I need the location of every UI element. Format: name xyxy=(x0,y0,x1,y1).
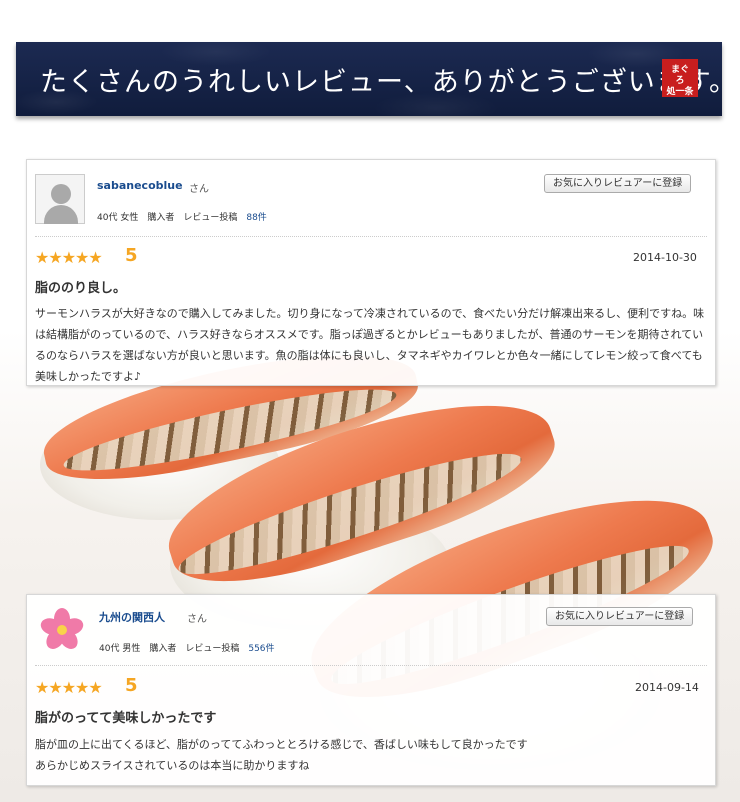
reviewer-name-link[interactable]: 九州の関西人 xyxy=(99,609,165,625)
reviewer-name-link[interactable]: sabanecoblue xyxy=(97,179,183,192)
review-banner: たくさんのうれしいレビュー、ありがとうございます。 まぐろ処一条 xyxy=(16,42,722,116)
shop-logo: まぐろ処一条 xyxy=(662,59,698,97)
favorite-reviewer-button[interactable]: お気に入りレビュアーに登録 xyxy=(546,607,694,626)
star-rating: ★★★★★ xyxy=(35,248,103,267)
review-card: sabanecoblue さん 40代 女性 購入者 レビュー投稿 88件 お気… xyxy=(26,159,716,386)
honorific: さん xyxy=(189,184,209,195)
banner-title: たくさんのうれしいレビュー、ありがとうございます。 xyxy=(40,67,722,98)
default-avatar-icon xyxy=(35,174,85,224)
post-count-link[interactable]: 556件 xyxy=(248,644,274,654)
reviewer-meta: 40代 女性 購入者 レビュー投稿 88件 xyxy=(97,213,267,223)
review-title: 脂がのってて美味しかったです xyxy=(35,711,217,726)
post-count-link[interactable]: 88件 xyxy=(246,213,266,223)
review-card: 九州の関西人 さん 40代 男性 購入者 レビュー投稿 556件 お気に入りレビ… xyxy=(26,594,716,786)
star-rating: ★★★★★ xyxy=(35,678,103,697)
review-date: 2014-09-14 xyxy=(635,681,699,694)
review-body: サーモンハラスが大好きなので購入してみました。切り身になって冷凍されているので、… xyxy=(35,307,705,383)
review-date: 2014-10-30 xyxy=(633,251,697,264)
divider xyxy=(35,236,707,237)
rating-score: 5 xyxy=(125,245,138,266)
rating-score: 5 xyxy=(125,675,138,696)
honorific: さん xyxy=(187,614,207,625)
favorite-reviewer-button[interactable]: お気に入りレビュアーに登録 xyxy=(544,174,692,193)
review-title: 脂ののり良し。 xyxy=(35,281,127,296)
divider xyxy=(35,665,707,666)
cherry-blossom-avatar-icon xyxy=(37,605,87,655)
reviewer-meta: 40代 男性 購入者 レビュー投稿 556件 xyxy=(99,644,275,654)
review-body: 脂が皿の上に出てくるほど、脂がのっててふわっととろける感じで、香ばしい味もして良… xyxy=(35,738,528,772)
